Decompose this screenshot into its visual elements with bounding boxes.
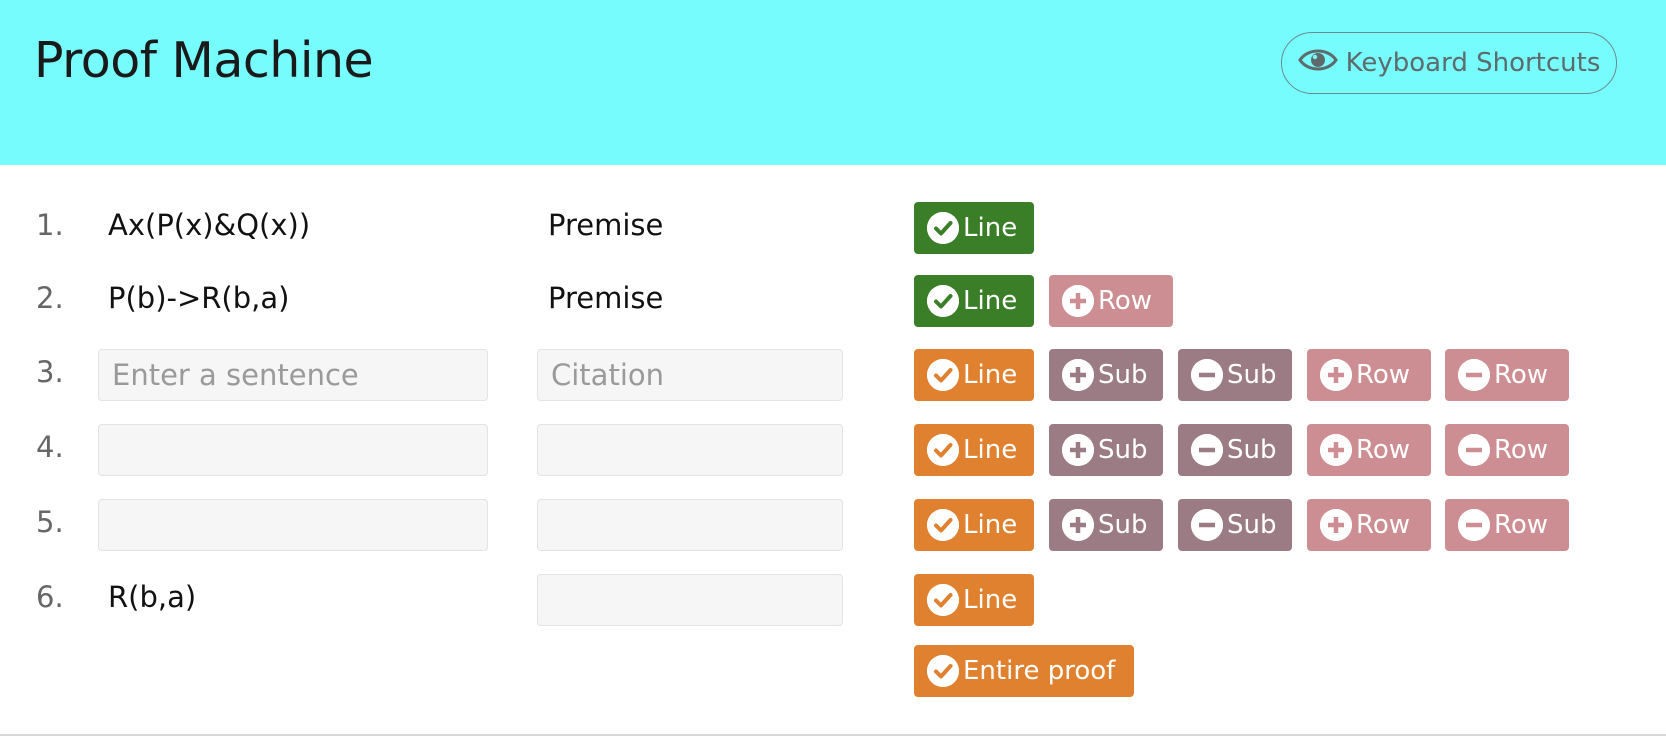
row-label: Row — [1356, 435, 1411, 465]
check-line-button[interactable]: Line — [914, 202, 1034, 254]
check-icon — [927, 509, 959, 541]
keyboard-shortcuts-label: Keyboard Shortcuts — [1345, 48, 1601, 78]
eye-icon — [1297, 47, 1338, 80]
citation-input[interactable] — [537, 424, 843, 476]
proof-line-6: 6. R(b,a) Line — [0, 574, 1666, 626]
check-line-button[interactable]: Line — [914, 275, 1034, 327]
plus-icon — [1062, 285, 1094, 317]
header-bar: Proof Machine Keyboard Shortcuts — [0, 0, 1666, 165]
add-row-button[interactable]: Row — [1049, 275, 1173, 327]
line-label: Line — [963, 435, 1018, 465]
plus-icon — [1062, 359, 1094, 391]
minus-icon — [1191, 434, 1223, 466]
check-icon — [927, 212, 959, 244]
check-entire-proof-button[interactable]: Entire proof — [914, 645, 1134, 697]
citation-text[interactable]: Premise — [548, 208, 663, 242]
remove-row-button[interactable]: Row — [1445, 424, 1569, 476]
remove-row-button[interactable]: Row — [1445, 349, 1569, 401]
check-line-button[interactable]: Line — [914, 499, 1034, 551]
line-number: 5. — [36, 505, 64, 539]
check-line-button[interactable]: Line — [914, 574, 1034, 626]
citation-input[interactable] — [537, 499, 843, 551]
minus-icon — [1458, 509, 1490, 541]
plus-icon — [1062, 509, 1094, 541]
sub-label: Sub — [1227, 435, 1277, 465]
check-line-button[interactable]: Line — [914, 349, 1034, 401]
sub-label: Sub — [1098, 510, 1148, 540]
proof-line-2: 2. P(b)->R(b,a) Premise Line Row — [0, 275, 1666, 327]
row-label: Row — [1494, 435, 1549, 465]
row-label: Row — [1356, 360, 1411, 390]
proof-line-3: 3. Line Sub Sub Row Row — [0, 349, 1666, 401]
sentence-input[interactable] — [98, 349, 488, 401]
line-label: Line — [963, 360, 1018, 390]
add-subproof-button[interactable]: Sub — [1049, 349, 1163, 401]
citation-input[interactable] — [537, 349, 843, 401]
line-label: Line — [963, 286, 1018, 316]
sentence-input[interactable] — [98, 499, 488, 551]
line-number: 3. — [36, 355, 64, 389]
entire-proof-row: Entire proof — [0, 645, 1666, 697]
line-label: Line — [963, 213, 1018, 243]
plus-icon — [1062, 434, 1094, 466]
line-number: 6. — [36, 580, 64, 614]
proof-line-4: 4. Line Sub Sub Row Row — [0, 424, 1666, 476]
proof-line-1: 1. Ax(P(x)&Q(x)) Premise Line — [0, 202, 1666, 254]
citation-text[interactable]: Premise — [548, 281, 663, 315]
check-icon — [927, 584, 959, 616]
plus-icon — [1320, 359, 1352, 391]
line-number: 4. — [36, 430, 64, 464]
sentence-text[interactable]: P(b)->R(b,a) — [108, 281, 289, 315]
keyboard-shortcuts-button[interactable]: Keyboard Shortcuts — [1281, 32, 1617, 94]
line-number: 2. — [36, 281, 64, 315]
row-label: Row — [1356, 510, 1411, 540]
add-row-button[interactable]: Row — [1307, 424, 1431, 476]
minus-icon — [1191, 359, 1223, 391]
check-icon — [927, 655, 959, 687]
plus-icon — [1320, 434, 1352, 466]
citation-input[interactable] — [537, 574, 843, 626]
check-line-button[interactable]: Line — [914, 424, 1034, 476]
sentence-text[interactable]: R(b,a) — [108, 580, 196, 614]
sub-label: Sub — [1098, 360, 1148, 390]
remove-subproof-button[interactable]: Sub — [1178, 349, 1292, 401]
sub-label: Sub — [1098, 435, 1148, 465]
proof-line-5: 5. Line Sub Sub Row Row — [0, 499, 1666, 551]
check-icon — [927, 359, 959, 391]
add-row-button[interactable]: Row — [1307, 349, 1431, 401]
add-subproof-button[interactable]: Sub — [1049, 424, 1163, 476]
row-label: Row — [1494, 360, 1549, 390]
minus-icon — [1458, 359, 1490, 391]
sub-label: Sub — [1227, 360, 1277, 390]
plus-icon — [1320, 509, 1352, 541]
line-label: Line — [963, 585, 1018, 615]
remove-subproof-button[interactable]: Sub — [1178, 424, 1292, 476]
entire-proof-label: Entire proof — [963, 656, 1116, 686]
minus-icon — [1191, 509, 1223, 541]
sentence-text[interactable]: Ax(P(x)&Q(x)) — [108, 208, 310, 242]
check-icon — [927, 434, 959, 466]
sub-label: Sub — [1227, 510, 1277, 540]
minus-icon — [1458, 434, 1490, 466]
remove-row-button[interactable]: Row — [1445, 499, 1569, 551]
check-icon — [927, 285, 959, 317]
add-subproof-button[interactable]: Sub — [1049, 499, 1163, 551]
line-label: Line — [963, 510, 1018, 540]
page-title: Proof Machine — [34, 32, 374, 89]
row-label: Row — [1098, 286, 1153, 316]
add-row-button[interactable]: Row — [1307, 499, 1431, 551]
sentence-input[interactable] — [98, 424, 488, 476]
row-label: Row — [1494, 510, 1549, 540]
line-number: 1. — [36, 208, 64, 242]
remove-subproof-button[interactable]: Sub — [1178, 499, 1292, 551]
